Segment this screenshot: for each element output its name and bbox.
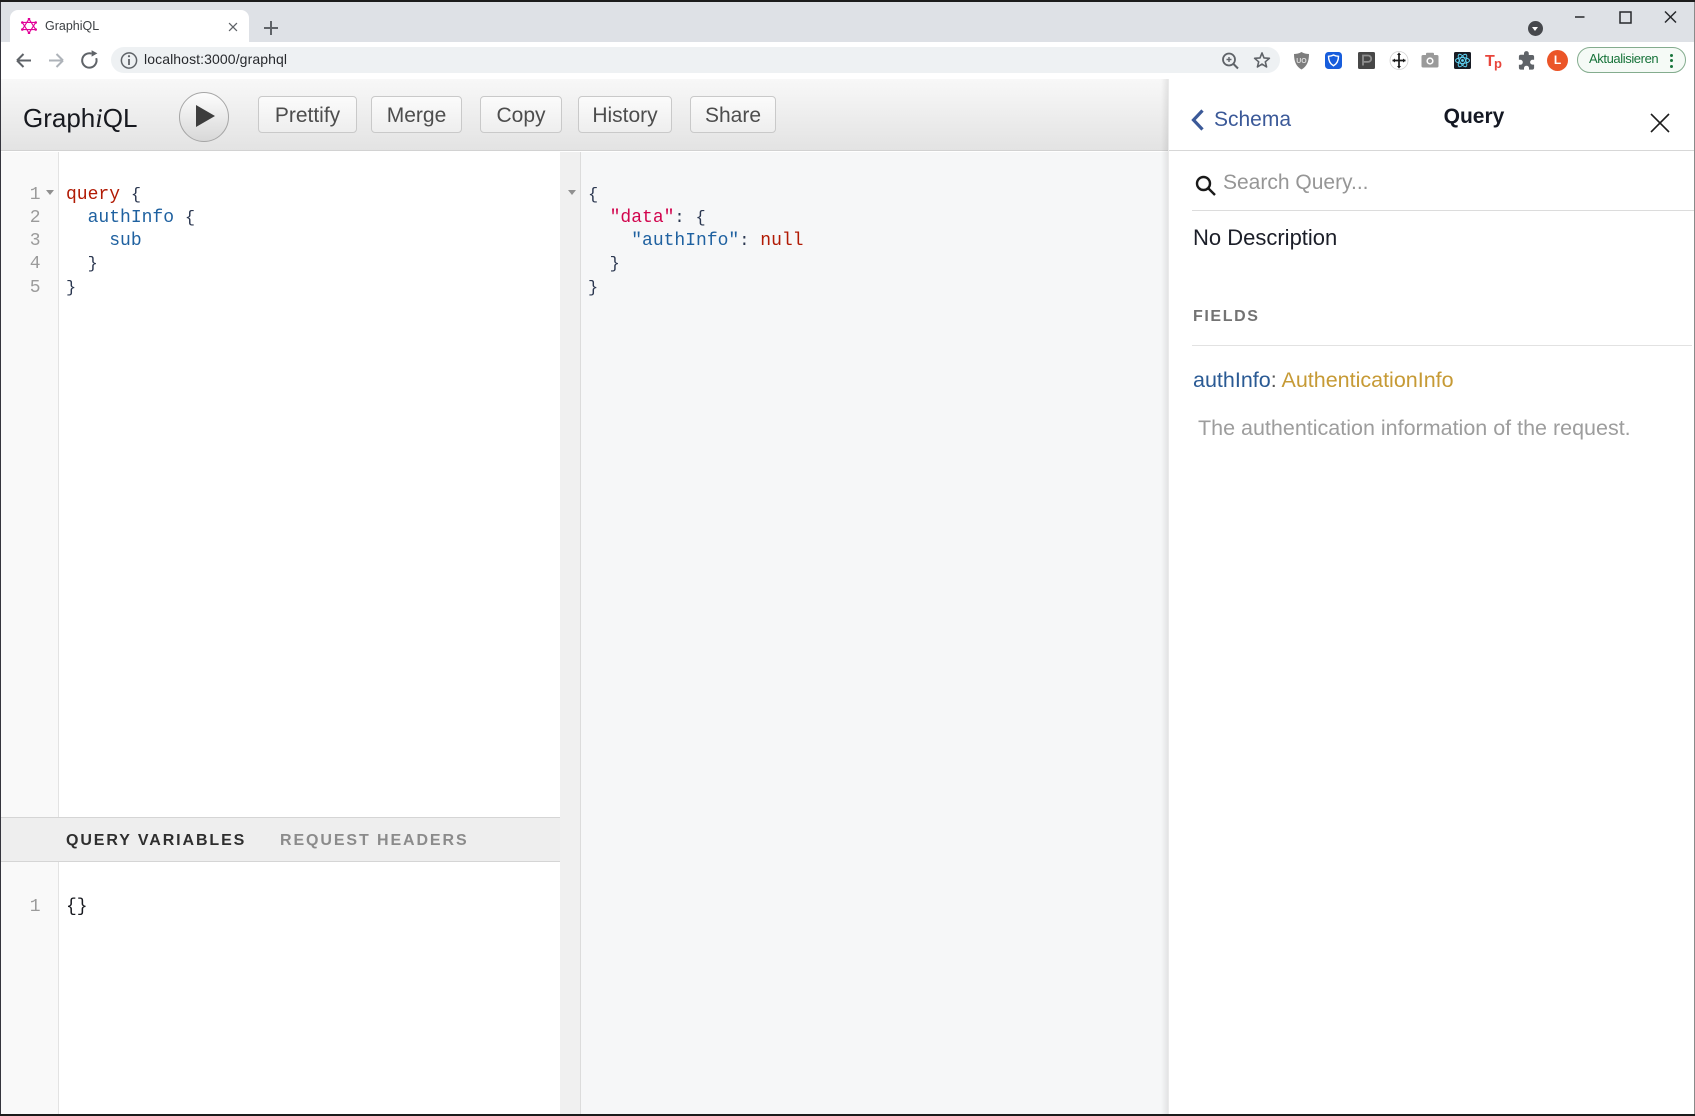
svg-text:UO: UO (1296, 58, 1307, 65)
svg-text:p: p (1494, 56, 1502, 71)
